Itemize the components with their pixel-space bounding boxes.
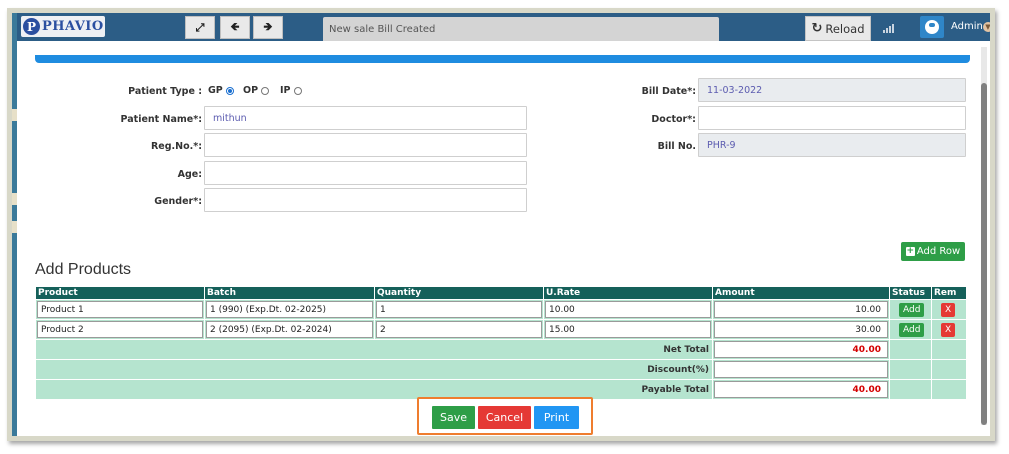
rate-input[interactable]: 15.00 bbox=[545, 321, 711, 338]
back-button[interactable]: 🡸 bbox=[220, 16, 250, 39]
reload-button[interactable]: ↻ Reload bbox=[805, 16, 871, 41]
radio-op-control[interactable] bbox=[261, 86, 270, 95]
patient-name-label: Patient Name*: bbox=[120, 114, 202, 125]
amount-input[interactable]: 30.00 bbox=[714, 321, 888, 338]
top-bar: P PHAVIO ⤢ 🡸 🡺 New sale Bill Created ↻ R… bbox=[17, 13, 990, 41]
left-strip bbox=[12, 13, 17, 436]
product-input[interactable]: Product 2 bbox=[37, 321, 203, 338]
discount-row: Discount(%) bbox=[35, 359, 967, 380]
reload-icon: ↻ bbox=[811, 21, 823, 36]
arrow-right-icon: 🡺 bbox=[263, 20, 273, 33]
products-table: Product Batch Quantity U.Rate Amount Sta… bbox=[35, 286, 967, 400]
discount-input[interactable] bbox=[714, 361, 888, 378]
scrollbar-thumb[interactable] bbox=[981, 83, 987, 425]
column-header-status: Status bbox=[889, 286, 932, 300]
net-total-row: Net Total 40.00 bbox=[35, 339, 967, 360]
row-remove-button[interactable]: X bbox=[941, 302, 956, 317]
doctor-input[interactable] bbox=[698, 106, 966, 130]
column-header-product: Product bbox=[35, 286, 205, 300]
reg-no-label: Reg.No.*: bbox=[150, 141, 202, 152]
bill-date-label: Bill Date*: bbox=[641, 86, 696, 97]
age-input[interactable] bbox=[204, 161, 527, 185]
row-remove-button[interactable]: X bbox=[941, 322, 956, 337]
reg-no-input[interactable] bbox=[204, 133, 527, 157]
quantity-input[interactable]: 1 bbox=[376, 301, 542, 318]
age-label: Age: bbox=[177, 169, 202, 180]
user-name[interactable]: Admin bbox=[951, 21, 983, 32]
patient-name-input[interactable]: mithun bbox=[204, 106, 527, 130]
radio-ip-control[interactable] bbox=[293, 86, 302, 95]
action-buttons-highlight: Save Cancel Print bbox=[417, 397, 593, 435]
radio-ip[interactable]: IP bbox=[280, 85, 302, 96]
expand-icon: ⤢ bbox=[195, 20, 205, 34]
table-header-row: Product Batch Quantity U.Rate Amount Sta… bbox=[35, 286, 967, 300]
net-total-value: 40.00 bbox=[714, 341, 888, 358]
app-window: P PHAVIO ⤢ 🡸 🡺 New sale Bill Created ↻ R… bbox=[7, 8, 995, 441]
payable-total-label: Payable Total bbox=[35, 379, 713, 400]
panel-header-bar bbox=[35, 55, 970, 63]
column-header-quantity: Quantity bbox=[374, 286, 544, 300]
column-header-amount: Amount bbox=[712, 286, 890, 300]
add-row-label: Add Row bbox=[916, 246, 961, 257]
bill-no-input[interactable]: PHR-9 bbox=[698, 133, 966, 157]
bill-no-label: Bill No. bbox=[657, 141, 696, 152]
gender-label: Gender*: bbox=[154, 196, 202, 207]
rate-input[interactable]: 10.00 bbox=[545, 301, 711, 318]
bill-date-input[interactable]: 11-03-2022 bbox=[698, 78, 966, 102]
patient-type-label: Patient Type : bbox=[128, 86, 202, 97]
scrollbar[interactable] bbox=[981, 47, 987, 425]
row-add-button[interactable]: Add bbox=[899, 322, 925, 337]
user-icon bbox=[925, 20, 939, 34]
notification-bar: New sale Bill Created bbox=[323, 17, 719, 41]
arrow-left-icon: 🡸 bbox=[230, 20, 240, 33]
app-logo[interactable]: P PHAVIO bbox=[21, 16, 105, 37]
chevron-down-icon[interactable]: ▼ bbox=[983, 22, 990, 32]
quantity-input[interactable]: 2 bbox=[376, 321, 542, 338]
plus-icon: + bbox=[905, 246, 915, 256]
batch-input[interactable]: 1 (990) (Exp.Dt. 02-2025) bbox=[206, 301, 373, 318]
user-avatar[interactable] bbox=[920, 16, 944, 38]
radio-op[interactable]: OP bbox=[243, 85, 270, 96]
signal-icon bbox=[883, 23, 895, 33]
save-button[interactable]: Save bbox=[432, 406, 475, 429]
logo-text: PHAVIO bbox=[42, 19, 104, 34]
logo-icon: P bbox=[23, 18, 40, 35]
radio-gp-control[interactable] bbox=[225, 86, 234, 95]
section-title: Add Products bbox=[35, 261, 132, 278]
column-header-batch: Batch bbox=[204, 286, 375, 300]
amount-input[interactable]: 10.00 bbox=[714, 301, 888, 318]
batch-input[interactable]: 2 (2095) (Exp.Dt. 02-2024) bbox=[206, 321, 373, 338]
table-row: Product 2 2 (2095) (Exp.Dt. 02-2024) 2 1… bbox=[35, 319, 967, 340]
payable-total-value: 40.00 bbox=[714, 381, 888, 398]
discount-label: Discount(%) bbox=[35, 359, 713, 380]
column-header-rate: U.Rate bbox=[543, 286, 713, 300]
print-button[interactable]: Print bbox=[534, 406, 579, 429]
net-total-label: Net Total bbox=[35, 339, 713, 360]
product-input[interactable]: Product 1 bbox=[37, 301, 203, 318]
fullscreen-button[interactable]: ⤢ bbox=[185, 16, 215, 39]
add-row-button[interactable]: + Add Row bbox=[901, 242, 965, 261]
column-header-remove: Rem bbox=[931, 286, 967, 300]
cancel-button[interactable]: Cancel bbox=[478, 406, 531, 429]
radio-gp[interactable]: GP bbox=[208, 85, 234, 96]
reload-label: Reload bbox=[825, 21, 865, 36]
doctor-label: Doctor*: bbox=[651, 114, 696, 125]
row-add-button[interactable]: Add bbox=[899, 302, 925, 317]
table-row: Product 1 1 (990) (Exp.Dt. 02-2025) 1 10… bbox=[35, 299, 967, 320]
gender-input[interactable] bbox=[204, 188, 527, 212]
forward-button[interactable]: 🡺 bbox=[253, 16, 283, 39]
